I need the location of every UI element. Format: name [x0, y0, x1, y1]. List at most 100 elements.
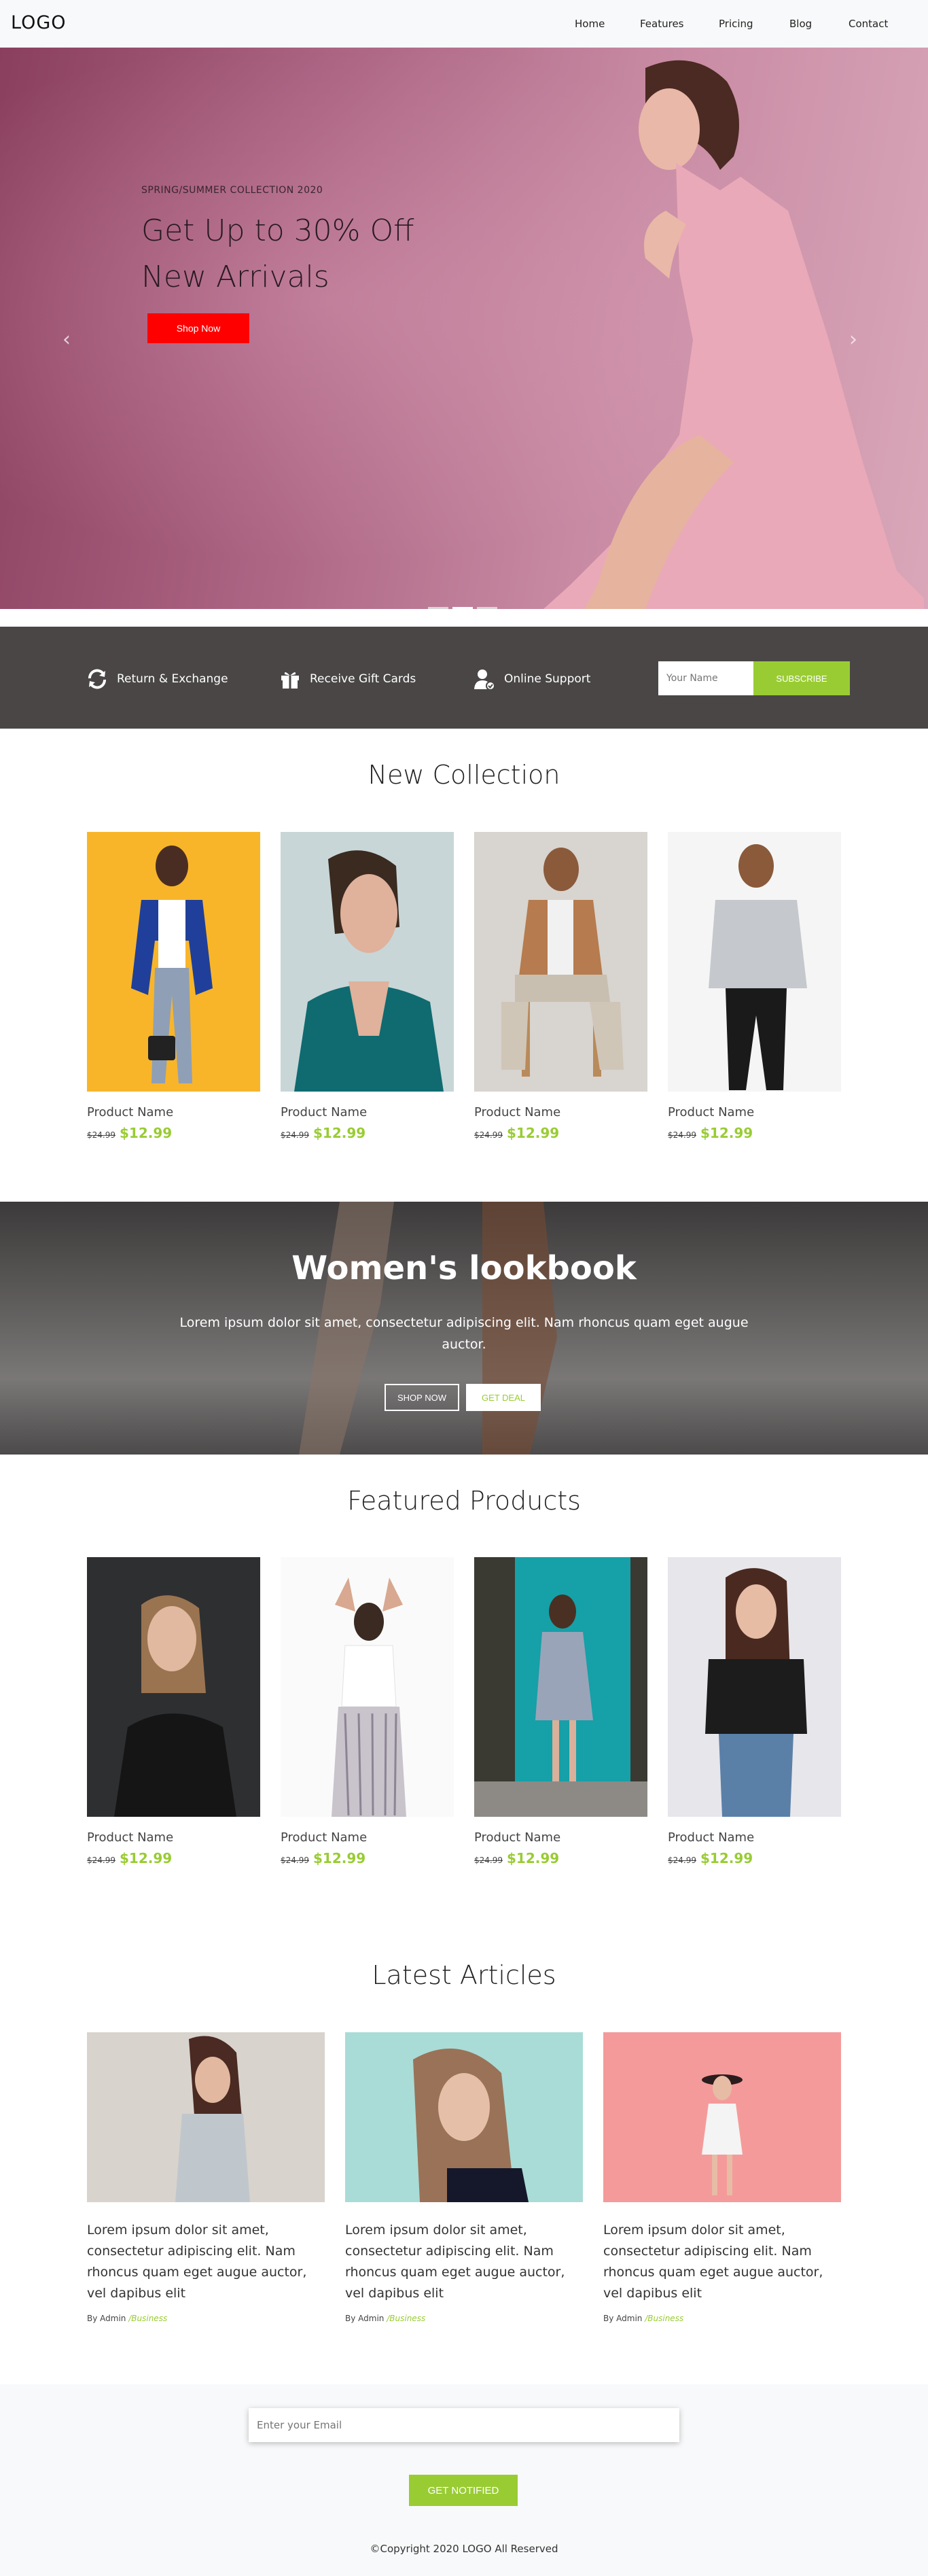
product-image[interactable] [87, 1557, 260, 1817]
article-author: By Admin [87, 2314, 126, 2323]
product-name[interactable]: Product Name [668, 1830, 841, 1845]
hero-title-line-1: Get Up to 30% Off [141, 213, 414, 248]
article-image[interactable] [345, 2032, 583, 2202]
product-prices: $24.99 $12.99 [474, 1850, 647, 1866]
email-input[interactable] [249, 2408, 679, 2442]
article-card[interactable]: Lorem ipsum dolor sit amet, consectetur … [603, 2032, 841, 2323]
article-excerpt[interactable]: Lorem ipsum dolor sit amet, consectetur … [345, 2220, 583, 2304]
product-card[interactable]: Product Name $24.99 $12.99 [668, 832, 841, 1141]
features-strip: Return & Exchange Receive Gift Cards Onl… [0, 627, 928, 729]
feature-return-exchange: Return & Exchange [86, 667, 228, 691]
article-card[interactable]: Lorem ipsum dolor sit amet, consectetur … [345, 2032, 583, 2323]
lookbook-shop-now-button[interactable]: SHOP NOW [385, 1384, 459, 1411]
product-prices: $24.99 $12.99 [668, 1850, 841, 1866]
lookbook-text: Lorem ipsum dolor sit amet, consectetur … [179, 1315, 749, 1352]
product-prices: $24.99 $12.99 [668, 1125, 841, 1141]
slider-dot-3[interactable] [477, 607, 497, 609]
article-card[interactable]: Lorem ipsum dolor sit amet, consectetur … [87, 2032, 325, 2323]
hero-title-line-2: New Arrivals [141, 260, 329, 294]
feature-label: Return & Exchange [117, 672, 228, 686]
article-excerpt[interactable]: Lorem ipsum dolor sit amet, consectetur … [87, 2220, 325, 2304]
old-price: $24.99 [281, 1130, 309, 1140]
slider-dot-1[interactable] [428, 607, 448, 609]
product-name[interactable]: Product Name [474, 1105, 647, 1119]
product-prices: $24.99 $12.99 [87, 1125, 260, 1141]
article-category[interactable]: /Business [645, 2314, 683, 2323]
product-image[interactable] [281, 832, 454, 1092]
product-name[interactable]: Product Name [87, 1105, 260, 1119]
product-image[interactable] [87, 832, 260, 1092]
product-image[interactable] [281, 1557, 454, 1817]
product-prices: $24.99 $12.99 [281, 1125, 454, 1141]
article-meta: By Admin /Business [603, 2314, 841, 2323]
product-card[interactable]: Product Name $24.99 $12.99 [474, 832, 647, 1141]
slider-dot-2[interactable] [452, 607, 473, 609]
get-notified-button[interactable]: GET NOTIFIED [409, 2475, 518, 2506]
featured-products-title: Featured Products [347, 1486, 581, 1516]
old-price: $24.99 [474, 1130, 503, 1140]
article-image[interactable] [603, 2032, 841, 2202]
lookbook-get-deal-button[interactable]: GET DEAL [466, 1384, 541, 1411]
hero-subtitle: SPRING/SUMMER COLLECTION 2020 [141, 185, 323, 196]
sale-price: $12.99 [507, 1125, 560, 1141]
sale-price: $12.99 [700, 1125, 753, 1141]
sale-price: $12.99 [120, 1850, 173, 1866]
old-price: $24.99 [87, 1130, 115, 1140]
sale-price: $12.99 [313, 1125, 366, 1141]
article-excerpt[interactable]: Lorem ipsum dolor sit amet, consectetur … [603, 2220, 841, 2304]
old-price: $24.99 [87, 1856, 115, 1865]
article-category[interactable]: /Business [128, 2314, 167, 2323]
product-card[interactable]: Product Name $24.99 $12.99 [281, 832, 454, 1141]
sale-price: $12.99 [700, 1850, 753, 1866]
feature-online-support: Online Support [473, 667, 590, 691]
hero-slider: SPRING/SUMMER COLLECTION 2020 Get Up to … [0, 48, 928, 609]
article-meta: By Admin /Business [345, 2314, 583, 2323]
lookbook-banner: Women's lookbook Lorem ipsum dolor sit a… [0, 1202, 928, 1455]
sale-price: $12.99 [120, 1125, 173, 1141]
article-category[interactable]: /Business [387, 2314, 425, 2323]
nav-home[interactable]: Home [575, 18, 605, 30]
subscribe-name-input[interactable] [658, 661, 753, 695]
product-card[interactable]: Product Name $24.99 $12.99 [281, 1557, 454, 1866]
user-support-icon [474, 669, 495, 691]
subscribe-button[interactable]: SUBSCRIBE [753, 661, 850, 695]
nav-pricing[interactable]: Pricing [719, 18, 753, 30]
latest-articles-title: Latest Articles [372, 1960, 556, 1990]
sale-price: $12.99 [507, 1850, 560, 1866]
product-image[interactable] [474, 1557, 647, 1817]
shop-now-button[interactable]: Shop Now [147, 313, 249, 343]
nav-features[interactable]: Features [640, 18, 684, 30]
refresh-icon [88, 669, 106, 689]
old-price: $24.99 [668, 1856, 696, 1865]
nav-contact[interactable]: Contact [849, 18, 888, 30]
product-card[interactable]: Product Name $24.99 $12.99 [87, 832, 260, 1141]
article-author: By Admin [345, 2314, 385, 2323]
lookbook-title: Women's lookbook [291, 1249, 637, 1287]
nav-blog[interactable]: Blog [789, 18, 812, 30]
product-name[interactable]: Product Name [668, 1105, 841, 1119]
product-image[interactable] [474, 832, 647, 1092]
chevron-left-icon[interactable]: ‹ [63, 328, 71, 351]
old-price: $24.99 [474, 1856, 503, 1865]
product-image[interactable] [668, 1557, 841, 1817]
product-card[interactable]: Product Name $24.99 $12.99 [668, 1557, 841, 1866]
article-image[interactable] [87, 2032, 325, 2202]
product-name[interactable]: Product Name [87, 1830, 260, 1845]
product-card[interactable]: Product Name $24.99 $12.99 [474, 1557, 647, 1866]
new-collection-title: New Collection [368, 760, 560, 790]
logo[interactable]: LOGO [11, 12, 67, 33]
feature-label: Receive Gift Cards [310, 672, 416, 686]
product-name[interactable]: Product Name [474, 1830, 647, 1845]
old-price: $24.99 [668, 1130, 696, 1140]
product-name[interactable]: Product Name [281, 1105, 454, 1119]
product-card[interactable]: Product Name $24.99 $12.99 [87, 1557, 260, 1866]
chevron-right-icon[interactable]: › [849, 328, 857, 351]
feature-label: Online Support [504, 672, 591, 686]
sale-price: $12.99 [313, 1850, 366, 1866]
product-name[interactable]: Product Name [281, 1830, 454, 1845]
product-image[interactable] [668, 832, 841, 1092]
slider-dots [428, 607, 497, 609]
feature-gift-cards: Receive Gift Cards [279, 667, 416, 691]
article-author: By Admin [603, 2314, 643, 2323]
gift-icon [281, 672, 299, 689]
